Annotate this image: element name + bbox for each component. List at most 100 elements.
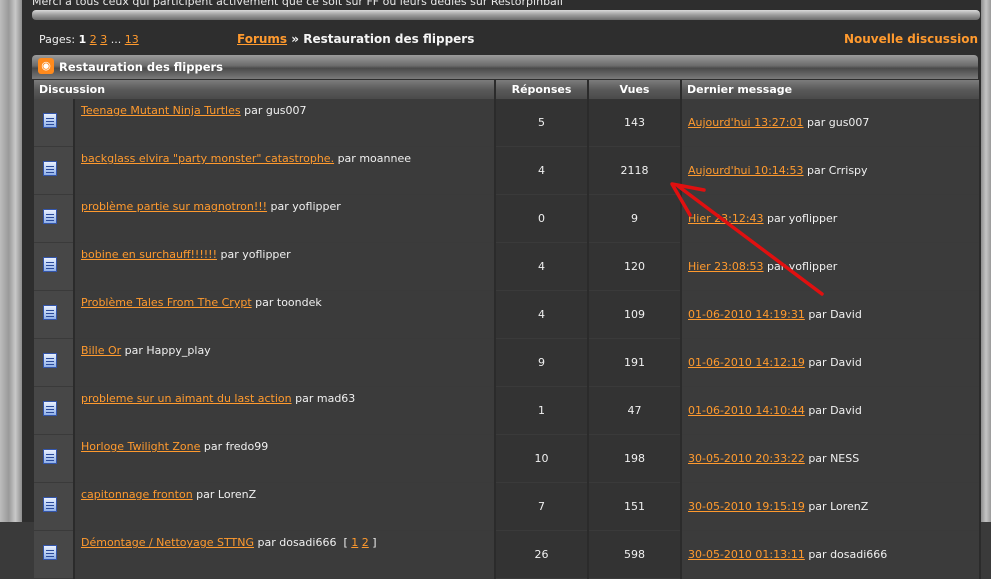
- reply-count: 4: [495, 146, 589, 195]
- thread-icon: [43, 305, 57, 320]
- last-message-link[interactable]: Hier 23:08:53: [688, 260, 764, 273]
- left-frame: [0, 0, 22, 522]
- thread-page-link[interactable]: 1: [351, 536, 358, 549]
- new-topic-link[interactable]: Nouvelle discussion: [844, 32, 978, 46]
- breadcrumb: Forums » Restauration des flippers: [237, 32, 474, 46]
- table-row: bobine en surchauff!!!!!! par yoflipper …: [34, 242, 981, 291]
- view-count: 598: [588, 530, 682, 579]
- view-count: 191: [588, 338, 682, 387]
- breadcrumb-separator: »: [291, 32, 300, 46]
- table-row: Teenage Mutant Ninja Turtles par gus007 …: [34, 99, 981, 147]
- reply-count: 7: [495, 482, 589, 531]
- thread-icon: [43, 113, 57, 128]
- col-views[interactable]: Vues: [588, 80, 682, 99]
- last-message-link[interactable]: 01-06-2010 14:10:44: [688, 404, 805, 417]
- pager-row: Pages: 1 2 3 ... 13 Forums » Restauratio…: [32, 32, 978, 50]
- topics-table: Discussion Réponses Vues Dernier message…: [34, 80, 981, 579]
- reply-count: 9: [495, 338, 589, 387]
- thread-title-link[interactable]: problème partie sur magnotron!!!: [81, 200, 267, 213]
- thread-icon: [43, 257, 57, 272]
- thread-author: par moannee: [337, 152, 411, 165]
- thread-author: par toondek: [255, 296, 322, 309]
- last-message-author: par dosadi666: [808, 548, 888, 561]
- table-row: problème partie sur magnotron!!! par yof…: [34, 194, 981, 243]
- view-count: 109: [588, 290, 682, 339]
- table-row: Bille Or par Happy_play 9 191 01-06-2010…: [34, 338, 981, 387]
- forum-page: Merci à tous ceux qui participent active…: [22, 0, 981, 579]
- thread-author: par LorenZ: [196, 488, 257, 501]
- view-count: 47: [588, 386, 682, 435]
- table-header-row: Discussion Réponses Vues Dernier message: [34, 80, 981, 99]
- thread-author: par mad63: [295, 392, 356, 405]
- thread-subpages: [ 1 2 ]: [339, 536, 377, 549]
- table-row: probleme sur un aimant du last action pa…: [34, 386, 981, 435]
- rss-icon[interactable]: ◉: [38, 58, 54, 74]
- view-count: 120: [588, 242, 682, 291]
- view-count: 198: [588, 434, 682, 483]
- last-message-link[interactable]: 30-05-2010 01:13:11: [688, 548, 805, 561]
- reply-count: 4: [495, 242, 589, 291]
- forum-title: Restauration des flippers: [59, 60, 224, 74]
- thread-author: par yoflipper: [220, 248, 291, 261]
- last-message-link[interactable]: 01-06-2010 14:19:31: [688, 308, 805, 321]
- view-count: 143: [588, 99, 682, 147]
- thread-title-link[interactable]: Démontage / Nettoyage STTNG: [81, 536, 254, 549]
- thread-author: par gus007: [244, 104, 307, 117]
- last-message-author: par yoflipper: [767, 260, 838, 273]
- last-message-link[interactable]: 30-05-2010 20:33:22: [688, 452, 805, 465]
- pagination: Pages: 1 2 3 ... 13: [39, 33, 139, 46]
- last-message-author: par LorenZ: [808, 500, 869, 513]
- thread-title-link[interactable]: backglass elvira "party monster" catastr…: [81, 152, 334, 165]
- last-message-author: par Crrispy: [807, 164, 868, 177]
- table-row: backglass elvira "party monster" catastr…: [34, 146, 981, 195]
- thread-icon: [43, 353, 57, 368]
- thread-icon: [43, 161, 57, 176]
- col-discussion[interactable]: Discussion: [34, 80, 496, 99]
- thread-icon: [43, 497, 57, 512]
- thread-title-link[interactable]: Bille Or: [81, 344, 121, 357]
- col-last-message[interactable]: Dernier message: [681, 80, 981, 99]
- last-message-author: par David: [808, 404, 862, 417]
- view-count: 2118: [588, 146, 682, 195]
- reply-count: 1: [495, 386, 589, 435]
- table-row: Démontage / Nettoyage STTNG par dosadi66…: [34, 530, 981, 579]
- last-message-author: par gus007: [807, 116, 870, 129]
- reply-count: 26: [495, 530, 589, 579]
- page-link-last[interactable]: 13: [125, 33, 139, 46]
- breadcrumb-forums-link[interactable]: Forums: [237, 32, 287, 46]
- thread-title-link[interactable]: bobine en surchauff!!!!!!: [81, 248, 217, 261]
- page-ellipsis: ...: [110, 33, 122, 46]
- reply-count: 5: [495, 99, 589, 147]
- thread-title-link[interactable]: Horloge Twilight Zone: [81, 440, 200, 453]
- thread-title-link[interactable]: probleme sur un aimant du last action: [81, 392, 292, 405]
- view-count: 151: [588, 482, 682, 531]
- last-message-author: par NESS: [808, 452, 860, 465]
- last-message-link[interactable]: Aujourd'hui 10:14:53: [688, 164, 804, 177]
- last-message-author: par David: [808, 356, 862, 369]
- page-current: 1: [78, 33, 87, 46]
- thread-title-link[interactable]: capitonnage fronton: [81, 488, 193, 501]
- pages-label: Pages:: [39, 33, 76, 46]
- last-message-link[interactable]: 30-05-2010 19:15:19: [688, 500, 805, 513]
- page-link[interactable]: 3: [100, 33, 107, 46]
- thread-page-link[interactable]: 2: [362, 536, 369, 549]
- table-row: capitonnage fronton par LorenZ 7 151 30-…: [34, 482, 981, 531]
- last-message-author: par yoflipper: [767, 212, 838, 225]
- thread-author: par dosadi666: [257, 536, 337, 549]
- last-message-link[interactable]: Aujourd'hui 13:27:01: [688, 116, 804, 129]
- thread-icon: [43, 209, 57, 224]
- page-link[interactable]: 2: [90, 33, 97, 46]
- thread-title-link[interactable]: Teenage Mutant Ninja Turtles: [81, 104, 241, 117]
- thread-author: par yoflipper: [270, 200, 341, 213]
- last-message-link[interactable]: 01-06-2010 14:12:19: [688, 356, 805, 369]
- thread-icon: [43, 449, 57, 464]
- right-frame: [981, 0, 991, 522]
- table-row: Problème Tales From The Crypt par toonde…: [34, 290, 981, 339]
- thread-icon: [43, 401, 57, 416]
- reply-count: 4: [495, 290, 589, 339]
- col-replies[interactable]: Réponses: [495, 80, 589, 99]
- thread-title-link[interactable]: Problème Tales From The Crypt: [81, 296, 252, 309]
- last-message-link[interactable]: Hier 23:12:43: [688, 212, 764, 225]
- notice-bar: [32, 10, 980, 20]
- reply-count: 10: [495, 434, 589, 483]
